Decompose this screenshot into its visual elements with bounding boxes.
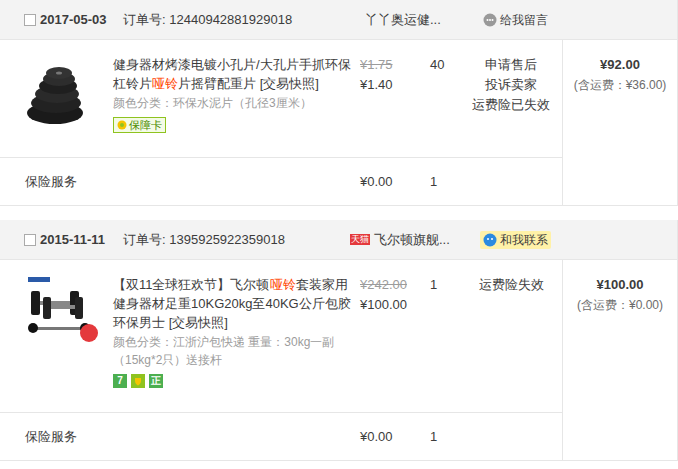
order-total: ¥100.00 (597, 275, 644, 295)
shipping-fee: (含运费：¥36.00) (574, 75, 667, 95)
order-card: 2017-05-03订单号: 12440942881929018丫丫奥运健...… (0, 0, 678, 206)
snapshot-link[interactable]: [交易快照] (260, 76, 319, 91)
order-checkbox[interactable] (24, 234, 36, 246)
order-number: 订单号: 1395925922359018 (123, 230, 350, 250)
shop-name[interactable]: 天猫飞尔顿旗舰... (350, 230, 480, 250)
seven-badge[interactable]: 7 (113, 374, 127, 388)
product-title[interactable]: 【双11全球狂欢节】飞尔顿哑铃套装家用健身器材足重10KG20kg至40KG公斤… (113, 275, 353, 332)
quantity-cell: 1 (430, 275, 460, 388)
product-row: 健身器材烤漆电镀小孔片/大孔片手抓环保杠铃片哑铃片摇臂配重片 [交易快照]颜色分… (0, 40, 562, 157)
flower-icon (117, 120, 127, 130)
order-number: 订单号: 12440942881929018 (123, 10, 350, 30)
order-header: 2015-11-11订单号: 1395925922359018天猫飞尔顿旗舰..… (0, 220, 677, 260)
wangwang-icon (483, 233, 497, 247)
product-row: 【双11全球狂欢节】飞尔顿哑铃套装家用健身器材足重10KG20kg至40KG公斤… (0, 260, 562, 412)
service-badges: 7正 (113, 374, 353, 388)
service-badges: 保障卡 (113, 117, 353, 133)
order-header: 2017-05-03订单号: 12440942881929018丫丫奥运健...… (0, 0, 677, 40)
order-action[interactable]: 投诉卖家 (485, 75, 537, 95)
message-icon (483, 13, 497, 27)
insurance-row: 保险服务¥0.001 (0, 412, 562, 460)
product-title[interactable]: 健身器材烤漆电镀小孔片/大孔片手抓环保杠铃片哑铃片摇臂配重片 [交易快照] (113, 55, 353, 93)
order-card: 2015-11-11订单号: 1395925922359018天猫飞尔顿旗舰..… (0, 220, 678, 461)
price-cell: ¥1.75¥1.40 (355, 55, 430, 133)
order-action[interactable]: 运费险已失效 (472, 95, 550, 115)
tmall-badge: 天猫 (350, 234, 370, 245)
product-attributes: 颜色分类：环保水泥片（孔径3厘米） (113, 94, 353, 112)
price-cell: ¥242.00¥100.00 (355, 275, 430, 388)
contact-button[interactable]: 给我留言 (480, 11, 551, 29)
quantity-cell: 40 (430, 55, 460, 133)
product-attributes: 颜色分类：江浙沪包快递 重量：30kg一副（15kg*2只）送接杆 (113, 333, 353, 369)
order-date: 2015-11-11 (40, 230, 123, 250)
order-action[interactable]: 申请售后 (485, 55, 537, 75)
shop-name[interactable]: 丫丫奥运健... (350, 10, 480, 30)
order-action[interactable]: 运费险失效 (479, 275, 544, 295)
genuine-badge[interactable]: 正 (149, 374, 163, 388)
product-image[interactable] (25, 55, 100, 127)
guarantee-card-badge[interactable]: 保障卡 (113, 117, 166, 133)
shield-icon (133, 376, 143, 386)
insurance-row: 保险服务¥0.001 (0, 157, 562, 205)
total-cell: ¥92.00(含运费：¥36.00) (562, 40, 677, 205)
contact-button[interactable]: 和我联系 (480, 231, 551, 249)
order-checkbox[interactable] (24, 14, 36, 26)
snapshot-link[interactable]: [交易快照] (169, 315, 228, 330)
product-image[interactable] (25, 275, 100, 347)
total-cell: ¥100.00(含运费：¥0.00) (562, 260, 677, 460)
order-date: 2017-05-03 (40, 10, 123, 30)
actions-cell: 申请售后投诉卖家运费险已失效 (460, 55, 562, 133)
insured-badge[interactable] (131, 374, 145, 388)
order-list: 2017-05-03订单号: 12440942881929018丫丫奥运健...… (0, 0, 678, 469)
shipping-fee: (含运费：¥0.00) (577, 295, 663, 315)
order-total: ¥92.00 (600, 55, 640, 75)
actions-cell: 运费险失效 (460, 275, 562, 388)
